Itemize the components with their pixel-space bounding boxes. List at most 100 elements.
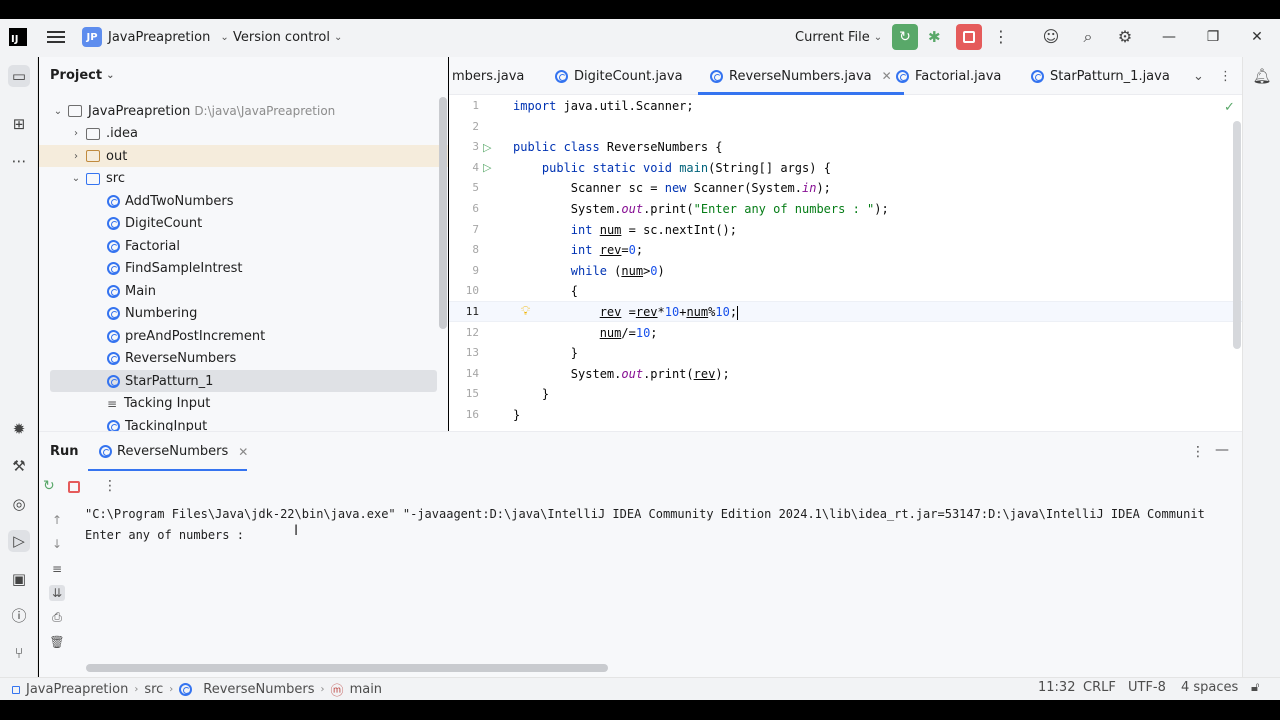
main-menu-icon[interactable] (46, 28, 66, 48)
soft-wrap-icon[interactable]: ≡ (49, 561, 65, 577)
run-tab-label: ReverseNumbers (117, 444, 229, 459)
problems-icon[interactable]: ⓘ (8, 605, 30, 627)
tree-item-class[interactable]: Numbering (39, 303, 448, 325)
chevron-right-icon[interactable]: › (70, 128, 82, 139)
editor-tab-active[interactable]: ReverseNumbers.java ✕ (698, 57, 904, 95)
module-folder-icon (68, 105, 82, 117)
lock-icon[interactable]: 🔓︎ (1251, 680, 1259, 695)
tree-item-class[interactable]: DigiteCount (39, 213, 448, 235)
caret-position[interactable]: 11:32 (1038, 680, 1075, 695)
java-class-icon (1031, 69, 1044, 83)
tree-item-out[interactable]: › out (39, 145, 448, 167)
tree-item-class-selected[interactable]: StarPatturn_1 (50, 370, 437, 392)
project-badge: JP (82, 27, 102, 47)
editor-tab[interactable]: DigiteCount.java (555, 57, 683, 95)
hide-panel-icon[interactable]: — (1215, 442, 1229, 458)
more-tools-icon[interactable]: ⋯ (8, 150, 30, 172)
indent-setting[interactable]: 4 spaces (1181, 680, 1238, 695)
editor-tab[interactable]: StarPatturn_1.java (1031, 57, 1170, 95)
code-line: public class ReverseNumbers { (513, 140, 723, 155)
more-options-icon[interactable]: ⋮ (103, 478, 117, 494)
breadcrumb-item[interactable]: main (350, 682, 382, 697)
code-with-me-icon[interactable]: ☺ (1041, 27, 1061, 47)
more-options-icon[interactable]: ⋮ (1191, 444, 1205, 460)
no-problems-check-icon[interactable]: ✓ (1224, 100, 1235, 115)
arrow-down-icon[interactable]: ↓ (49, 536, 65, 552)
trash-icon[interactable]: 🗑︎ (49, 634, 65, 650)
close-tab-icon[interactable]: ✕ (882, 69, 892, 83)
run-main-icon[interactable]: ▷ (483, 161, 495, 174)
services-icon[interactable]: ◎ (8, 493, 30, 515)
rerun-icon[interactable]: ↻ (43, 478, 55, 494)
run-tab[interactable]: ReverseNumbers ✕ (99, 444, 248, 459)
more-options-icon[interactable]: ⋮ (1219, 57, 1232, 95)
tree-item-class[interactable]: preAndPostIncrement (39, 325, 448, 347)
tree-item-text-file[interactable]: ≡ Tacking Input (39, 393, 448, 415)
stop-icon[interactable] (68, 481, 80, 493)
project-scrollbar[interactable] (439, 97, 447, 329)
tree-item-class[interactable]: FindSampleIntrest (39, 258, 448, 280)
chevron-down-icon[interactable]: ⌄ (70, 173, 82, 184)
line-separator[interactable]: CRLF (1083, 680, 1116, 695)
notifications-bell-icon[interactable]: 🔔︎ (1251, 65, 1273, 87)
file-encoding[interactable]: UTF-8 (1128, 680, 1166, 695)
tab-list-chevron-icon[interactable]: ⌄ (1193, 57, 1204, 95)
settings-gear-icon[interactable]: ⚙ (1115, 27, 1135, 47)
tree-item-class[interactable]: Factorial (39, 235, 448, 257)
source-folder-icon (86, 172, 100, 185)
tree-item-label: ReverseNumbers (125, 351, 237, 366)
intellij-logo-icon[interactable]: IJ (9, 28, 27, 46)
search-icon[interactable]: ⌕ (1078, 27, 1098, 47)
scroll-to-end-icon[interactable]: ⇊ (49, 585, 65, 601)
line-number: 8 (472, 243, 479, 257)
run-config-selector[interactable]: Current File ⌄ (795, 30, 882, 45)
console-output[interactable]: ↑ ↓ ≡ ⇊ ⎙ 🗑︎ "C:\Program Files\Java\jdk-… (39, 503, 1242, 677)
tree-item-label: Tacking Input (124, 396, 211, 411)
chevron-right-icon: › (169, 684, 174, 695)
chevron-right-icon[interactable]: › (70, 151, 82, 162)
breadcrumb-item[interactable]: ReverseNumbers (203, 682, 314, 697)
tree-item-class[interactable]: Main (39, 280, 448, 302)
version-control-menu[interactable]: Version control ⌄ (233, 30, 342, 45)
build-hammer-icon[interactable]: ⚒ (8, 455, 30, 477)
line-number: 6 (472, 202, 479, 215)
tree-item-src[interactable]: ⌄ src (39, 168, 448, 190)
tree-item-label: src (106, 171, 125, 186)
project-folder-icon[interactable]: ▭ (8, 65, 30, 87)
structure-icon[interactable]: ⊞ (8, 113, 30, 135)
breadcrumb-item[interactable]: JavaPreapretion (26, 682, 128, 697)
tree-item-class[interactable]: AddTwoNumbers (39, 190, 448, 212)
terminal-icon[interactable]: ▣ (8, 568, 30, 590)
arrow-up-icon[interactable]: ↑ (49, 512, 65, 528)
close-icon[interactable]: ✕ (1247, 27, 1267, 47)
editor-tab[interactable]: Factorial.java (896, 57, 1001, 95)
breadcrumb-item[interactable]: src (144, 682, 163, 697)
tree-root[interactable]: ⌄ JavaPreapretion D:\java\JavaPreapretio… (39, 100, 448, 122)
console-horizontal-scrollbar[interactable] (86, 664, 608, 672)
editor-tab[interactable]: mbers.java (452, 57, 524, 95)
run-tool-icon[interactable]: ▷ (8, 530, 30, 552)
code-editor[interactable]: 1 2 3 4 5 6 7 8 9 10 11 12 13 14 15 16 ▷… (449, 95, 1242, 431)
run-panel-title: Run (50, 444, 79, 459)
restore-icon[interactable]: ❐ (1203, 27, 1223, 47)
tree-item-idea[interactable]: › .idea (39, 123, 448, 145)
tree-item-class[interactable]: ReverseNumbers (39, 348, 448, 370)
debug-icon[interactable]: ✱ (928, 28, 946, 46)
rerun-button[interactable]: ↻ (892, 24, 918, 50)
editor-scrollbar[interactable] (1233, 121, 1241, 349)
tree-item-class[interactable]: TackingInput (39, 415, 448, 431)
run-class-icon[interactable]: ▷ (483, 141, 495, 154)
close-tab-icon[interactable]: ✕ (238, 445, 248, 459)
tree-item-label: TackingInput (125, 418, 208, 432)
chevron-down-icon[interactable]: ⌄ (52, 106, 64, 117)
print-icon[interactable]: ⎙ (49, 609, 65, 625)
project-switcher[interactable]: JP JavaPreapretion ⌄ (82, 27, 229, 47)
project-panel-header[interactable]: Project ⌄ (50, 68, 114, 83)
stop-button[interactable] (956, 24, 982, 50)
minimize-icon[interactable]: — (1159, 27, 1179, 47)
code-line: num/=10; (599, 325, 658, 340)
more-options-icon[interactable]: ⋮ (991, 27, 1011, 47)
editor-tab-bar: mbers.java DigiteCount.java ReverseNumbe… (449, 57, 1242, 95)
git-branch-icon[interactable]: ⑂ (8, 642, 30, 664)
bug-icon[interactable]: ✹ (8, 418, 30, 440)
